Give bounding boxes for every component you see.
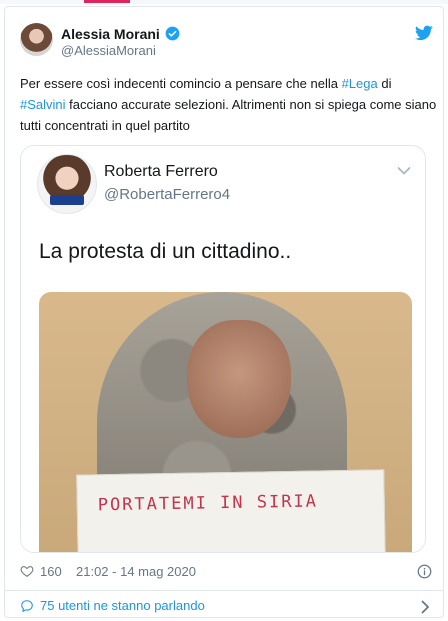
quoted-tweet-photo[interactable]: PORTATEMI IN SIRIA [39,292,412,552]
hashtag-salvini[interactable]: #Salvini [20,97,66,112]
info-icon[interactable] [417,564,432,579]
quoted-tweet-text: La protesta di un cittadino.. [39,240,292,263]
author-avatar[interactable] [20,23,53,56]
hashtag-lega[interactable]: #Lega [342,76,378,91]
like-count[interactable]: 160 [40,564,62,579]
chevron-right-icon[interactable] [421,600,430,614]
tweet-text-part: di [377,76,392,91]
tweet-text: Per essere così indecenti comincio a pen… [20,73,438,136]
photo-face [187,320,291,438]
quoted-author-avatar[interactable] [37,154,97,214]
avatar-party-badge [50,195,84,205]
author-handle[interactable]: @AlessiaMorani [61,43,156,58]
speech-bubble-icon [21,599,33,612]
tweet-card[interactable]: Alessia Morani @AlessiaMorani Per essere… [4,6,444,618]
quoted-author-name[interactable]: Roberta Ferrero [104,163,218,181]
tweet-text-part: Per essere così indecenti comincio a pen… [20,76,342,91]
tweet-timestamp[interactable]: 21:02 - 14 mag 2020 [76,564,196,579]
photo-sign: PORTATEMI IN SIRIA [76,469,386,552]
quoted-tweet[interactable]: Roberta Ferrero @RobertaFerrero4 La prot… [20,145,426,553]
verified-badge-icon [165,26,180,41]
chevron-down-icon[interactable] [397,166,411,176]
photo-sign-text: PORTATEMI IN SIRIA [97,491,319,516]
footer-divider [5,590,443,591]
heart-icon[interactable] [20,564,34,578]
notification-bar-accent [84,0,130,3]
top-strip [0,0,448,4]
quoted-author-handle[interactable]: @RobertaFerrero4 [104,186,230,203]
twitter-bird-icon[interactable] [415,25,433,41]
tweet-text-part: facciano accurate selezioni. Altrimenti … [20,97,437,133]
conversation-count-text[interactable]: 75 utenti ne stanno parlando [40,598,205,613]
author-name[interactable]: Alessia Morani [61,26,160,42]
conversation-link[interactable]: 75 utenti ne stanno parlando [20,598,205,613]
